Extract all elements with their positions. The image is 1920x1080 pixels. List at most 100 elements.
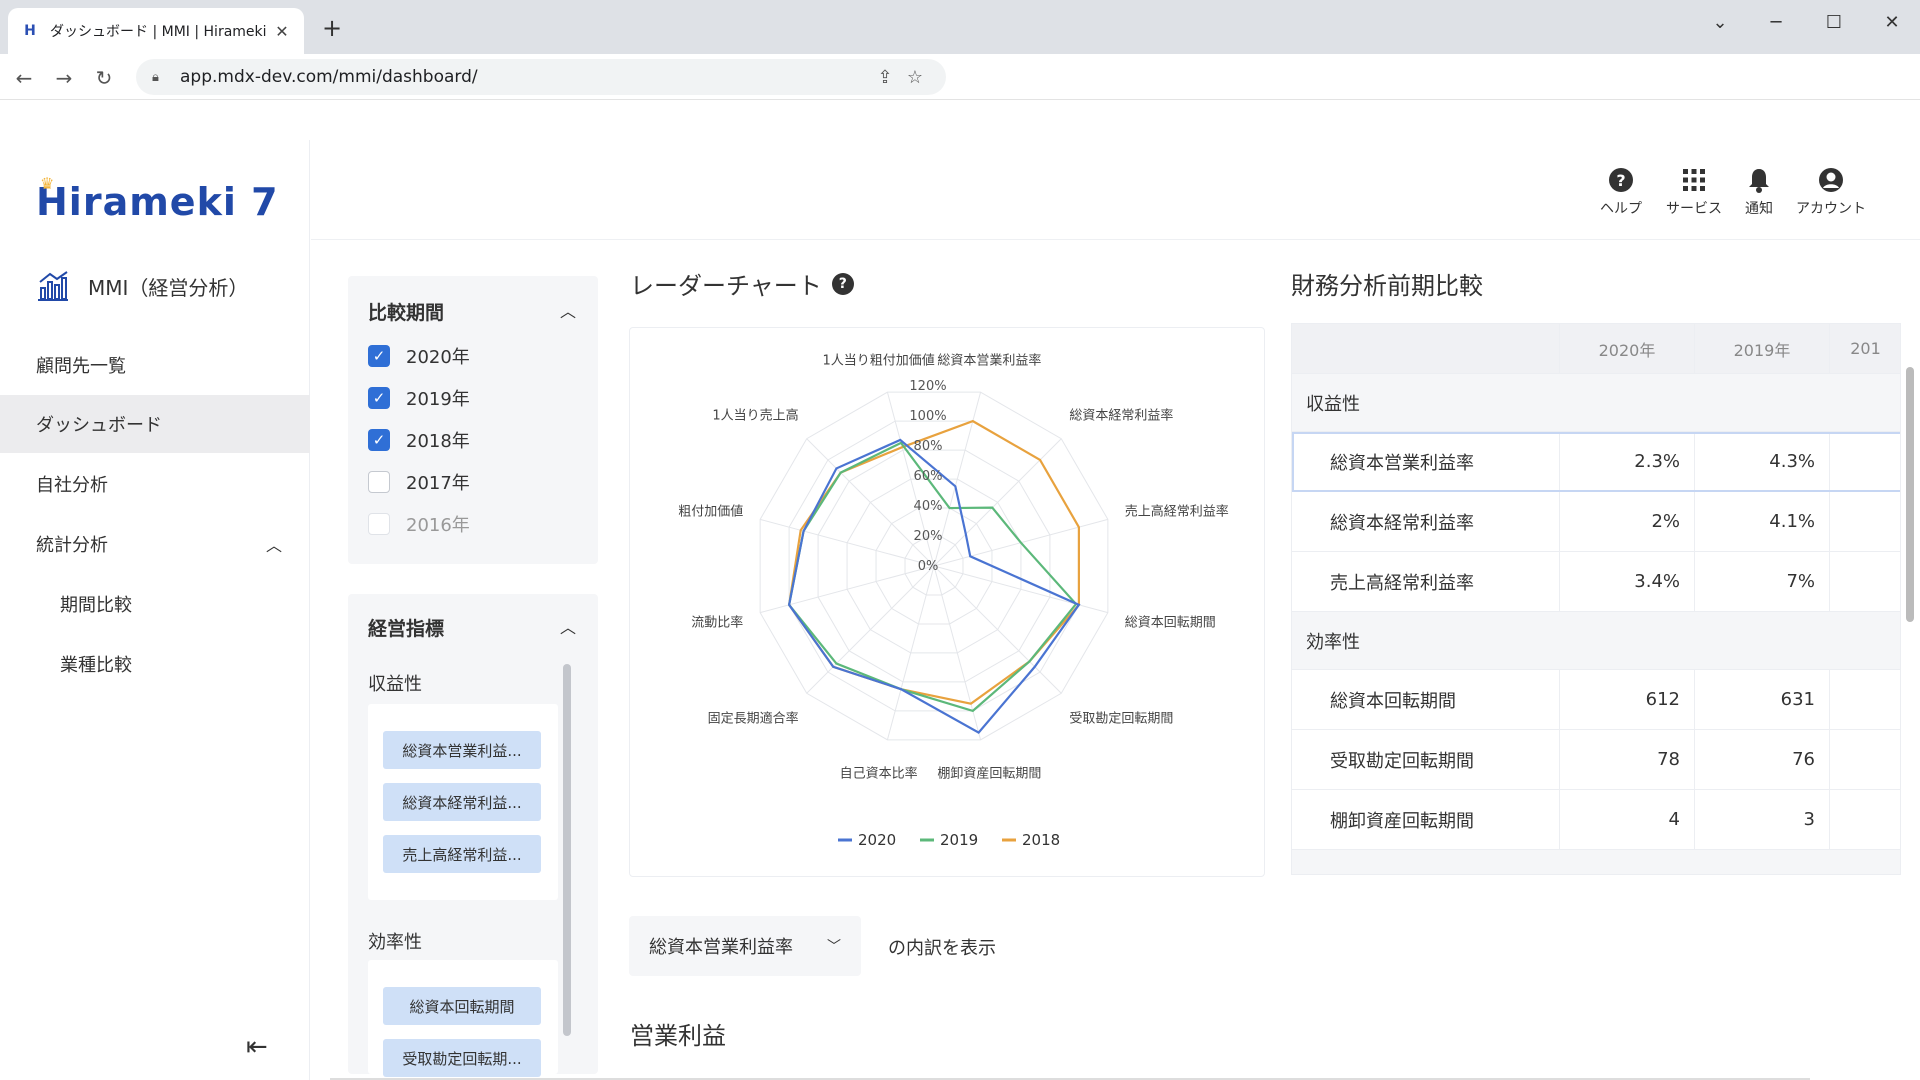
- radar-spoke: [806, 565, 935, 694]
- radar-tick-label: 40%: [914, 499, 943, 514]
- radar-axis-label: 総資本営業利益率: [937, 352, 1041, 368]
- radar-axis-label: 棚卸資産回転期間: [937, 766, 1041, 782]
- year-checkbox-2018[interactable]: ✓ 2018年: [368, 427, 470, 453]
- sidebar-item-statistics[interactable]: 統計分析 ︿: [0, 515, 310, 573]
- table-row[interactable]: 総資本営業利益率 2.3% 4.3%: [1292, 432, 1900, 492]
- close-window-button[interactable]: ✕: [1870, 8, 1914, 36]
- check-icon: ✓: [368, 387, 390, 409]
- metric-name: 棚卸資産回転期間: [1292, 790, 1560, 849]
- value-2018: [1830, 492, 1900, 551]
- close-tab-icon[interactable]: ✕: [272, 22, 292, 41]
- sidebar-item-dashboard[interactable]: ダッシュボード: [0, 395, 310, 453]
- metric-name: 総資本営業利益率: [1292, 432, 1560, 491]
- table-section-row: 収益性: [1292, 374, 1900, 432]
- new-tab-button[interactable]: +: [318, 14, 346, 42]
- indicator-chip[interactable]: 総資本回転期間: [383, 987, 541, 1025]
- sidebar-item-label: 自社分析: [36, 475, 108, 496]
- collapse-sidebar-icon[interactable]: ⇤: [246, 1032, 268, 1062]
- tab-title: ダッシュボード | MMI | Hirameki 7: [50, 24, 272, 40]
- indicator-chip[interactable]: 受取勘定回転期...: [383, 1039, 541, 1077]
- services-button[interactable]: サービス: [1666, 166, 1722, 218]
- grid-icon: [1683, 169, 1705, 191]
- address-bar[interactable]: 🔒︎ app.mdx-dev.com/mmi/dashboard/ ⇪ ☆: [136, 59, 946, 95]
- year-checkbox-2019[interactable]: ✓ 2019年: [368, 385, 470, 411]
- checkbox-empty-icon: [368, 471, 390, 493]
- module-label: MMI（経営分析）: [88, 275, 249, 300]
- forward-arrow-icon[interactable]: →: [50, 64, 78, 92]
- legend-label-2018: 2018: [1022, 831, 1060, 849]
- value-2019: 4.1%: [1695, 492, 1830, 551]
- metric-name: 売上高経常利益率: [1292, 552, 1560, 611]
- value-2019: 3: [1695, 790, 1830, 849]
- logo-text: Hirameki 7: [36, 180, 279, 224]
- account-button[interactable]: アカウント: [1796, 166, 1866, 218]
- sidebar-item-label: ダッシュボード: [36, 415, 162, 436]
- value-2020: 2.3%: [1560, 432, 1695, 491]
- table-section-row: 効率性: [1292, 612, 1900, 670]
- legend-label-2019: 2019: [940, 831, 978, 849]
- value-2020: 3.4%: [1560, 552, 1695, 611]
- sidebar-item-industry-compare[interactable]: 業種比較: [0, 635, 310, 693]
- notifications-label: 通知: [1745, 201, 1773, 217]
- value-2019: 631: [1695, 670, 1830, 729]
- browser-tab[interactable]: H ダッシュボード | MMI | Hirameki 7 ✕: [8, 8, 304, 54]
- metric-select-value: 総資本営業利益率: [649, 937, 793, 958]
- indicator-chip[interactable]: 総資本経常利益...: [383, 783, 541, 821]
- back-arrow-icon[interactable]: ←: [10, 64, 38, 92]
- indicator-chip[interactable]: 総資本営業利益...: [383, 731, 541, 769]
- sidebar-item-clients[interactable]: 顧問先一覧: [0, 336, 310, 394]
- indicator-scrollbar[interactable]: [563, 664, 571, 1036]
- metric-select[interactable]: 総資本営業利益率 ﹀: [629, 916, 861, 976]
- profit-group-label: 収益性: [368, 674, 422, 695]
- metric-name: 受取勘定回転期間: [1292, 730, 1560, 789]
- indicator-chip[interactable]: 売上高経常利益...: [383, 835, 541, 873]
- table-row[interactable]: 売上高経常利益率 3.4% 7%: [1292, 552, 1900, 612]
- table-row[interactable]: 総資本回転期間 612 631: [1292, 670, 1900, 730]
- share-icon[interactable]: ⇪: [870, 67, 900, 88]
- radar-tick-label: 20%: [914, 529, 943, 544]
- help-circle-icon[interactable]: ?: [831, 272, 854, 295]
- metric-name: 総資本回転期間: [1292, 670, 1560, 729]
- value-2019: 7%: [1695, 552, 1830, 611]
- radar-axis-label: 流動比率: [691, 614, 743, 630]
- year-checkbox-2020[interactable]: ✓ 2020年: [368, 343, 470, 369]
- radar-chart: 0% 20% 40% 60% 80% 100% 120% 総資本営業利益率総資本経常利益率売上…: [678, 352, 1228, 849]
- bookmark-star-icon[interactable]: ☆: [900, 67, 930, 88]
- table-scrollbar[interactable]: [1906, 367, 1914, 622]
- tab-search-icon[interactable]: ⌄: [1698, 8, 1742, 36]
- table-section-row: [1292, 850, 1900, 874]
- svg-text:?: ?: [1616, 171, 1625, 190]
- services-label: サービス: [1666, 201, 1722, 217]
- help-label: ヘルプ: [1600, 201, 1642, 217]
- header-cell: 2019年: [1695, 324, 1830, 373]
- chevron-up-icon[interactable]: ︿: [560, 614, 576, 638]
- help-button[interactable]: ? ヘルプ: [1600, 166, 1642, 218]
- maximize-button[interactable]: ☐: [1812, 8, 1856, 36]
- hirameki-logo[interactable]: ♛ Hirameki 7: [36, 174, 279, 224]
- value-2018: [1830, 730, 1900, 789]
- crown-icon: ♛: [40, 174, 56, 193]
- sidebar-item-period-compare[interactable]: 期間比較: [0, 575, 310, 633]
- year-label: 2018年: [406, 431, 470, 452]
- year-checkbox-2017[interactable]: 2017年: [368, 469, 470, 495]
- value-2020: 2%: [1560, 492, 1695, 551]
- year-label: 2016年: [406, 515, 470, 536]
- check-icon: ✓: [368, 429, 390, 451]
- value-2020: 78: [1560, 730, 1695, 789]
- sidebar-item-label: 顧問先一覧: [36, 356, 126, 377]
- sidebar-item-company-analysis[interactable]: 自社分析: [0, 455, 310, 513]
- table-row[interactable]: 受取勘定回転期間 78 76: [1292, 730, 1900, 790]
- radar-chart-card: 0% 20% 40% 60% 80% 100% 120% 総資本営業利益率 総資本経常利益率 売上…: [629, 327, 1265, 877]
- account-icon: [1819, 168, 1843, 192]
- section-label: 収益性: [1292, 374, 1900, 431]
- notifications-button[interactable]: 通知: [1745, 166, 1773, 218]
- metric-name: 総資本経常利益率: [1292, 492, 1560, 551]
- table-row[interactable]: 棚卸資産回転期間 4 3: [1292, 790, 1900, 850]
- chevron-up-icon[interactable]: ︿: [560, 298, 576, 322]
- radar-axis-label: 1人当り粗付加価値: [822, 352, 934, 368]
- reload-icon[interactable]: ↻: [90, 64, 118, 92]
- table-row[interactable]: 総資本経常利益率 2% 4.1%: [1292, 492, 1900, 552]
- chevron-down-icon: ﹀: [827, 939, 841, 955]
- legend-label-2020: 2020: [858, 831, 896, 849]
- minimize-button[interactable]: ─: [1754, 8, 1798, 36]
